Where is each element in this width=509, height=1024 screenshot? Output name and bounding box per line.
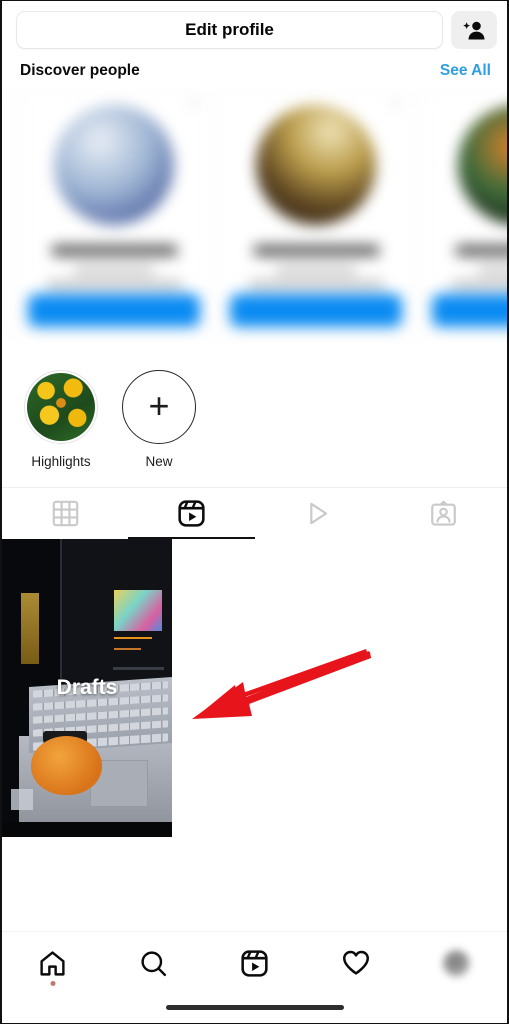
follow-button[interactable] <box>230 294 402 327</box>
avatar <box>54 105 174 225</box>
see-all-link[interactable]: See All <box>440 62 491 80</box>
close-icon[interactable]: ✕ <box>390 97 403 110</box>
bottom-navigation-bar <box>2 931 507 1023</box>
discover-person-card[interactable]: ✕ <box>16 88 212 338</box>
tab-video[interactable] <box>255 488 381 539</box>
nav-activity[interactable] <box>305 932 406 994</box>
home-badge-dot <box>50 981 55 986</box>
follow-button[interactable] <box>28 294 200 327</box>
follow-button[interactable] <box>432 294 507 327</box>
add-person-button[interactable] <box>451 11 497 49</box>
person-name-redacted <box>253 245 379 256</box>
highlight-ring <box>24 370 98 444</box>
nav-search[interactable] <box>103 932 204 994</box>
drafts-thumbnail[interactable]: Drafts <box>2 539 172 837</box>
discover-people-header: Discover people See All <box>2 53 507 88</box>
plus-icon: + <box>148 384 170 426</box>
person-sub-redacted <box>276 267 356 274</box>
avatar <box>458 105 507 225</box>
tab-reels[interactable] <box>128 488 255 539</box>
add-person-icon <box>463 21 485 40</box>
phone-screen: Edit profile Discover people See All ✕ ✕ <box>0 0 509 1024</box>
reels-icon <box>178 500 205 527</box>
nav-profile[interactable] <box>406 932 507 994</box>
reels-icon <box>241 949 268 977</box>
discover-people-title: Discover people <box>20 62 140 79</box>
highlight-label: Highlights <box>31 454 91 469</box>
highlight-item-highlights[interactable]: Highlights <box>23 370 99 483</box>
person-meta-redacted <box>248 281 384 288</box>
grid-icon <box>52 500 78 527</box>
person-sub-redacted <box>74 267 154 274</box>
highlight-label: New <box>145 454 173 469</box>
drafts-label: Drafts <box>56 676 118 699</box>
person-meta-redacted <box>46 281 182 288</box>
home-icon <box>40 950 65 976</box>
discover-people-carousel[interactable]: ✕ ✕ ✕ <box>2 88 507 348</box>
person-sub-redacted <box>478 267 507 274</box>
person-name-redacted <box>51 245 177 256</box>
avatar-icon <box>443 949 470 977</box>
avatar <box>256 105 376 225</box>
new-highlight-ring: + <box>122 370 196 444</box>
discover-person-card[interactable]: ✕ <box>420 88 507 338</box>
edit-profile-button[interactable]: Edit profile <box>16 11 443 49</box>
tab-tagged[interactable] <box>381 488 507 539</box>
person-name-redacted <box>455 245 507 256</box>
nav-home[interactable] <box>2 932 103 994</box>
reels-grid: Drafts <box>2 539 507 839</box>
highlight-item-new[interactable]: + New <box>121 370 197 483</box>
person-meta-redacted <box>450 281 507 288</box>
tagged-person-icon <box>431 500 457 526</box>
gesture-home-indicator[interactable] <box>165 1005 344 1010</box>
highlight-cover-flowers-icon <box>27 373 95 441</box>
nav-reels[interactable] <box>204 932 305 994</box>
discover-person-card[interactable]: ✕ <box>218 88 414 338</box>
heart-icon <box>342 950 369 975</box>
play-icon <box>310 502 328 525</box>
tab-grid[interactable] <box>2 488 128 539</box>
edit-profile-label: Edit profile <box>185 20 274 39</box>
profile-action-row: Edit profile <box>2 1 507 53</box>
story-highlights-row: Highlights + New <box>2 348 507 483</box>
search-icon <box>141 950 167 976</box>
close-icon[interactable]: ✕ <box>188 97 201 110</box>
profile-tab-bar <box>2 487 507 539</box>
